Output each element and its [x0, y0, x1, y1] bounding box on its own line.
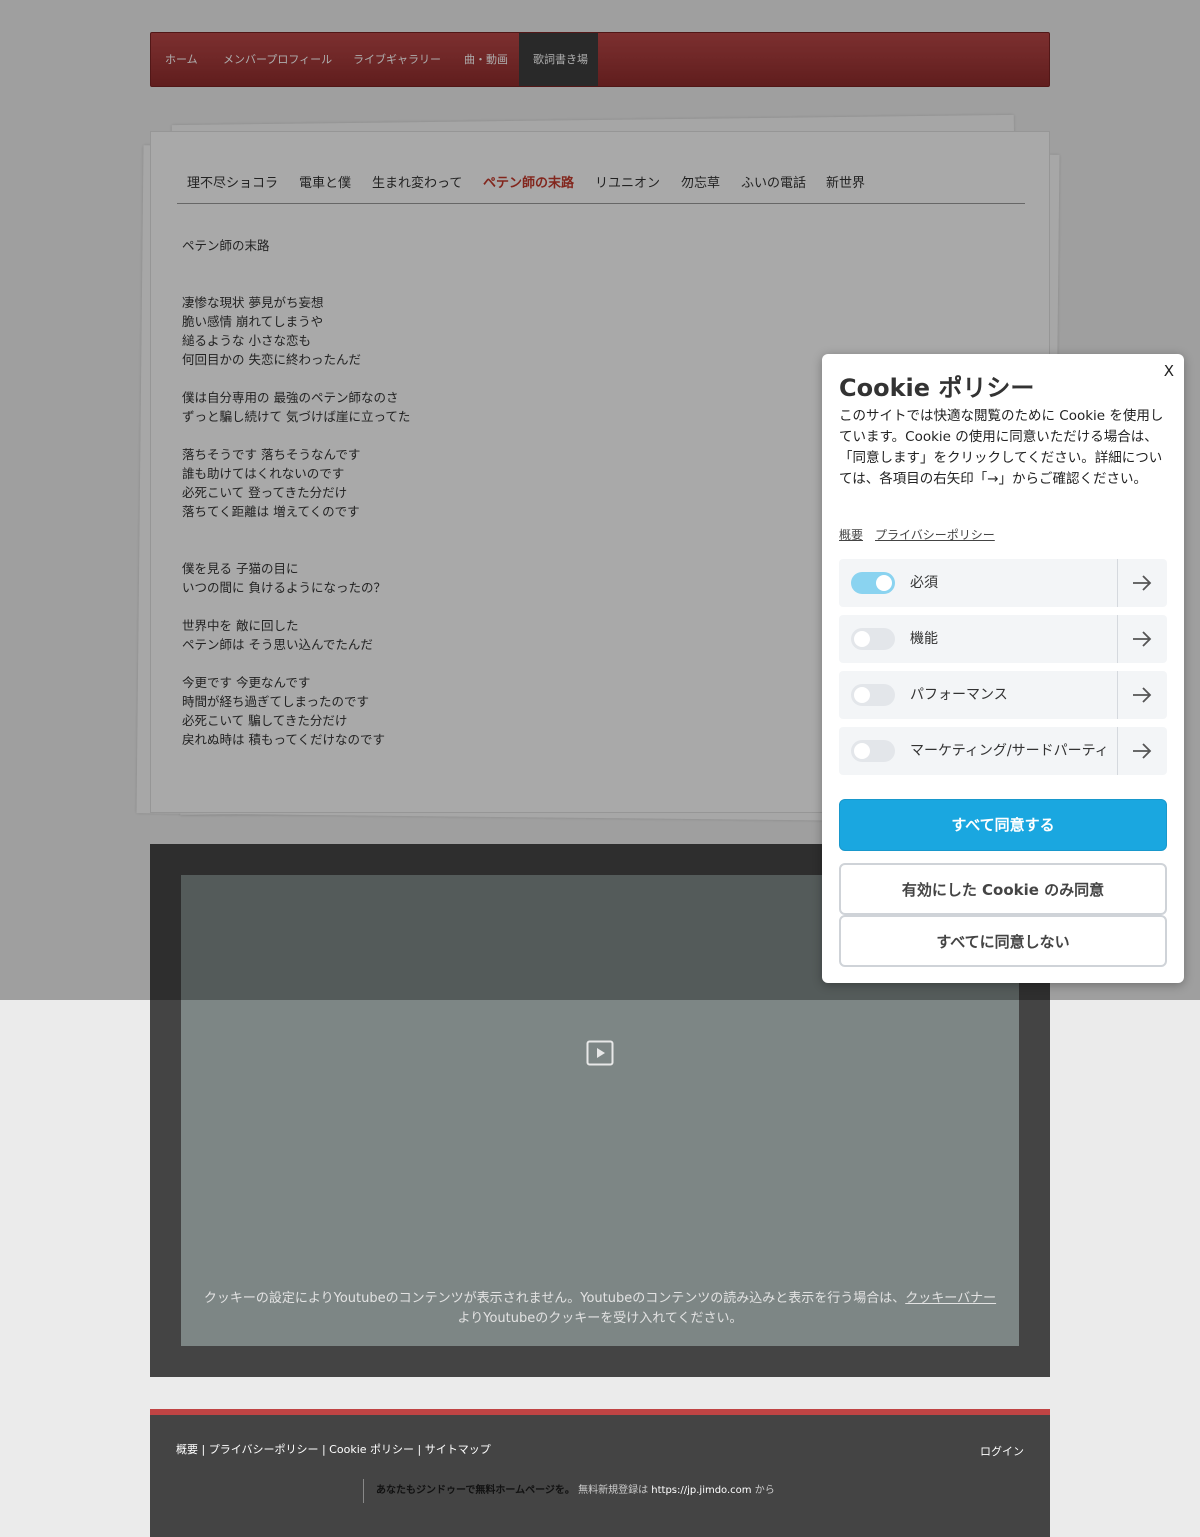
arrow-right-icon[interactable]	[1131, 741, 1153, 761]
required-toggle[interactable]	[851, 572, 895, 594]
jimdo-promo: あなたもジンドゥーで無料ホームページを。 無料新規登録は https://jp.…	[363, 1479, 775, 1503]
close-button[interactable]: X	[1164, 362, 1174, 380]
cookie-description: このサイトでは快適な閲覧のために Cookie を使用しています。Cookie …	[839, 408, 1164, 487]
accept-all-button[interactable]: すべて同意する	[839, 799, 1167, 851]
category-label: 必須	[910, 575, 938, 591]
cookie-category-required: 必須	[839, 559, 1167, 607]
youtube-cookie-message: クッキーの設定によりYoutubeのコンテンツが表示されません。Youtubeの…	[181, 1289, 1019, 1329]
arrow-right-icon[interactable]	[1131, 629, 1153, 649]
overview-link[interactable]: 概要	[839, 528, 863, 542]
jimdo-promo-suffix: から	[751, 1485, 775, 1496]
category-label: マーケティング/サードパーティ	[910, 743, 1109, 759]
marketing-toggle[interactable]	[851, 740, 895, 762]
reject-all-button[interactable]: すべてに同意しない	[839, 915, 1167, 967]
footer-links[interactable]: 概要 | プライバシーポリシー | Cookie ポリシー | サイトマップ	[176, 1441, 491, 1457]
jimdo-url-link[interactable]: https://jp.jimdo.com	[651, 1485, 751, 1496]
cookie-dialog: X Cookie ポリシー このサイトでは快適な閲覧のために Cookie を使…	[822, 354, 1184, 983]
cookie-title: Cookie ポリシー	[839, 374, 1035, 402]
message-text: よりYoutubeのクッキーを受け入れてください。	[457, 1311, 743, 1326]
jimdo-promo-text: 無料新規登録は	[574, 1485, 652, 1496]
cookie-category-functional: 機能	[839, 615, 1167, 663]
message-text: クッキーの設定によりYoutubeのコンテンツが表示されません。Youtubeの…	[203, 1291, 906, 1306]
privacy-policy-link[interactable]: プライバシーポリシー	[875, 528, 995, 542]
category-label: 機能	[910, 631, 938, 647]
cookie-banner-link[interactable]: クッキーバナー	[905, 1291, 996, 1306]
cookie-category-performance: パフォーマンス	[839, 671, 1167, 719]
functional-toggle[interactable]	[851, 628, 895, 650]
divider	[1117, 671, 1118, 719]
divider	[1117, 559, 1118, 607]
cookie-links: 概要 プライバシーポリシー	[839, 526, 1007, 543]
category-label: パフォーマンス	[910, 687, 1008, 703]
divider	[1117, 615, 1118, 663]
jimdo-promo-bold: あなたもジンドゥーで無料ホームページを。	[376, 1485, 575, 1496]
divider	[1117, 727, 1118, 775]
accept-selected-button[interactable]: 有効にした Cookie のみ同意	[839, 863, 1167, 915]
performance-toggle[interactable]	[851, 684, 895, 706]
arrow-right-icon[interactable]	[1131, 573, 1153, 593]
login-link[interactable]: ログイン	[980, 1443, 1024, 1459]
cookie-category-marketing: マーケティング/サードパーティ	[839, 727, 1167, 775]
footer: 概要 | プライバシーポリシー | Cookie ポリシー | サイトマップ ロ…	[150, 1409, 1050, 1537]
play-icon[interactable]	[586, 1040, 614, 1066]
arrow-right-icon[interactable]	[1131, 685, 1153, 705]
